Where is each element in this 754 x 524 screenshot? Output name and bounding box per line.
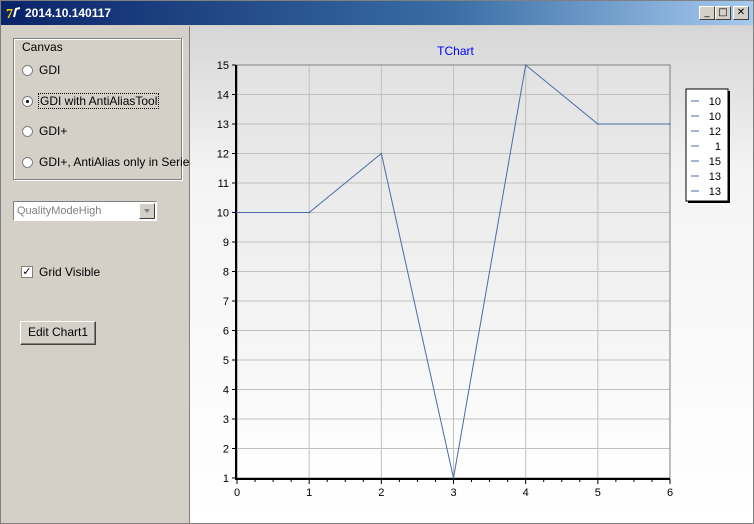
quality-mode-value: QualityModeHigh — [17, 205, 102, 217]
radio-selected-icon — [22, 96, 33, 107]
chevron-down-icon[interactable] — [139, 203, 155, 219]
x-tick-label: 2 — [378, 487, 384, 499]
legend-entry: 10 — [709, 111, 721, 123]
legend-entry: 15 — [709, 156, 721, 168]
radio-circle-icon — [22, 157, 33, 168]
legend-box — [685, 88, 729, 202]
y-tick-label: 13 — [217, 119, 229, 131]
app-icon: 7 — [5, 4, 23, 22]
x-tick-label: 3 — [450, 487, 456, 499]
radio-circle-icon — [22, 65, 33, 76]
series-point — [380, 152, 383, 155]
legend-entry: 1 — [715, 141, 721, 153]
radio-label: GDI — [39, 63, 61, 77]
y-tick-label: 5 — [223, 355, 229, 367]
radio-circle-icon — [22, 126, 33, 137]
grid-visible-label: Grid Visible — [39, 265, 101, 279]
y-tick-label: 3 — [223, 414, 229, 426]
x-tick-label: 4 — [523, 487, 529, 499]
series-point — [524, 64, 527, 66]
svg-text:7: 7 — [6, 7, 13, 22]
y-tick-label: 1 — [223, 473, 229, 485]
y-tick-label: 9 — [223, 237, 229, 249]
edit-chart-button[interactable]: Edit Chart1 — [20, 321, 96, 345]
y-tick-label: 7 — [223, 296, 229, 308]
y-tick-label: 2 — [223, 444, 229, 456]
y-tick-label: 14 — [217, 90, 229, 102]
series-point — [452, 477, 455, 479]
chart-title: TChart — [437, 44, 474, 58]
legend-entry: 13 — [709, 171, 721, 183]
series-point — [236, 211, 238, 214]
radio-label: GDI+ — [39, 124, 68, 138]
application-window: 7 2014.10.140117 _ □ ✕ Canvas GDI GDI wi… — [0, 0, 754, 524]
series-point — [597, 123, 599, 125]
radio-gdi-antialias[interactable]: GDI with AntiAliasTool — [22, 93, 192, 110]
line-chart: 1234567891011121314150 1 2 3 4 5 6TChart101012… — [217, 44, 730, 499]
radio-label: GDI with AntiAliasTool — [37, 93, 160, 109]
options-panel: Canvas GDI GDI with AntiAliasTool GDI+ G… — [1, 26, 196, 523]
legend-entry: 13 — [709, 186, 721, 198]
y-tick-label: 15 — [217, 60, 229, 72]
x-tick-label: 6 — [667, 487, 673, 499]
y-tick-label: 12 — [217, 149, 229, 161]
title-bar[interactable]: 7 2014.10.140117 _ □ ✕ — [1, 1, 753, 25]
checkmark-icon: ✓ — [21, 266, 33, 278]
maximize-button[interactable]: □ — [715, 6, 731, 20]
x-tick-label: 1 — [306, 487, 312, 499]
radio-gdiplus[interactable]: GDI+ — [22, 124, 192, 140]
series-point — [308, 211, 310, 214]
y-tick-label: 8 — [223, 267, 229, 279]
x-tick-label: 0 — [234, 487, 240, 499]
minimize-button[interactable]: _ — [699, 6, 715, 20]
y-tick-label: 4 — [223, 385, 229, 397]
chart-panel[interactable]: 1 2 3 4 5 6 7 8 9 10 11 12 13 14 15 0 1 2 3 4 5 6 TChart 10 10 12… — [190, 26, 753, 523]
series-point — [669, 123, 671, 125]
y-tick-label: 6 — [223, 326, 229, 338]
legend-entry: 12 — [709, 126, 721, 138]
window-title: 2014.10.140117 — [25, 6, 112, 20]
y-tick-label: 11 — [218, 178, 229, 190]
canvas-group-label: Canvas — [20, 40, 65, 54]
radio-gdi[interactable]: GDI — [22, 63, 192, 79]
x-tick-label: 5 — [595, 487, 601, 499]
legend-entry: 10 — [709, 96, 721, 108]
y-tick-label: 10 — [217, 208, 229, 220]
close-button[interactable]: ✕ — [733, 6, 749, 20]
radio-gdiplus-antialias-series[interactable]: GDI+, AntiAlias only in Series — [22, 155, 196, 171]
quality-mode-select[interactable]: QualityModeHigh — [13, 201, 157, 221]
radio-label: GDI+, AntiAlias only in Series — [39, 155, 196, 169]
